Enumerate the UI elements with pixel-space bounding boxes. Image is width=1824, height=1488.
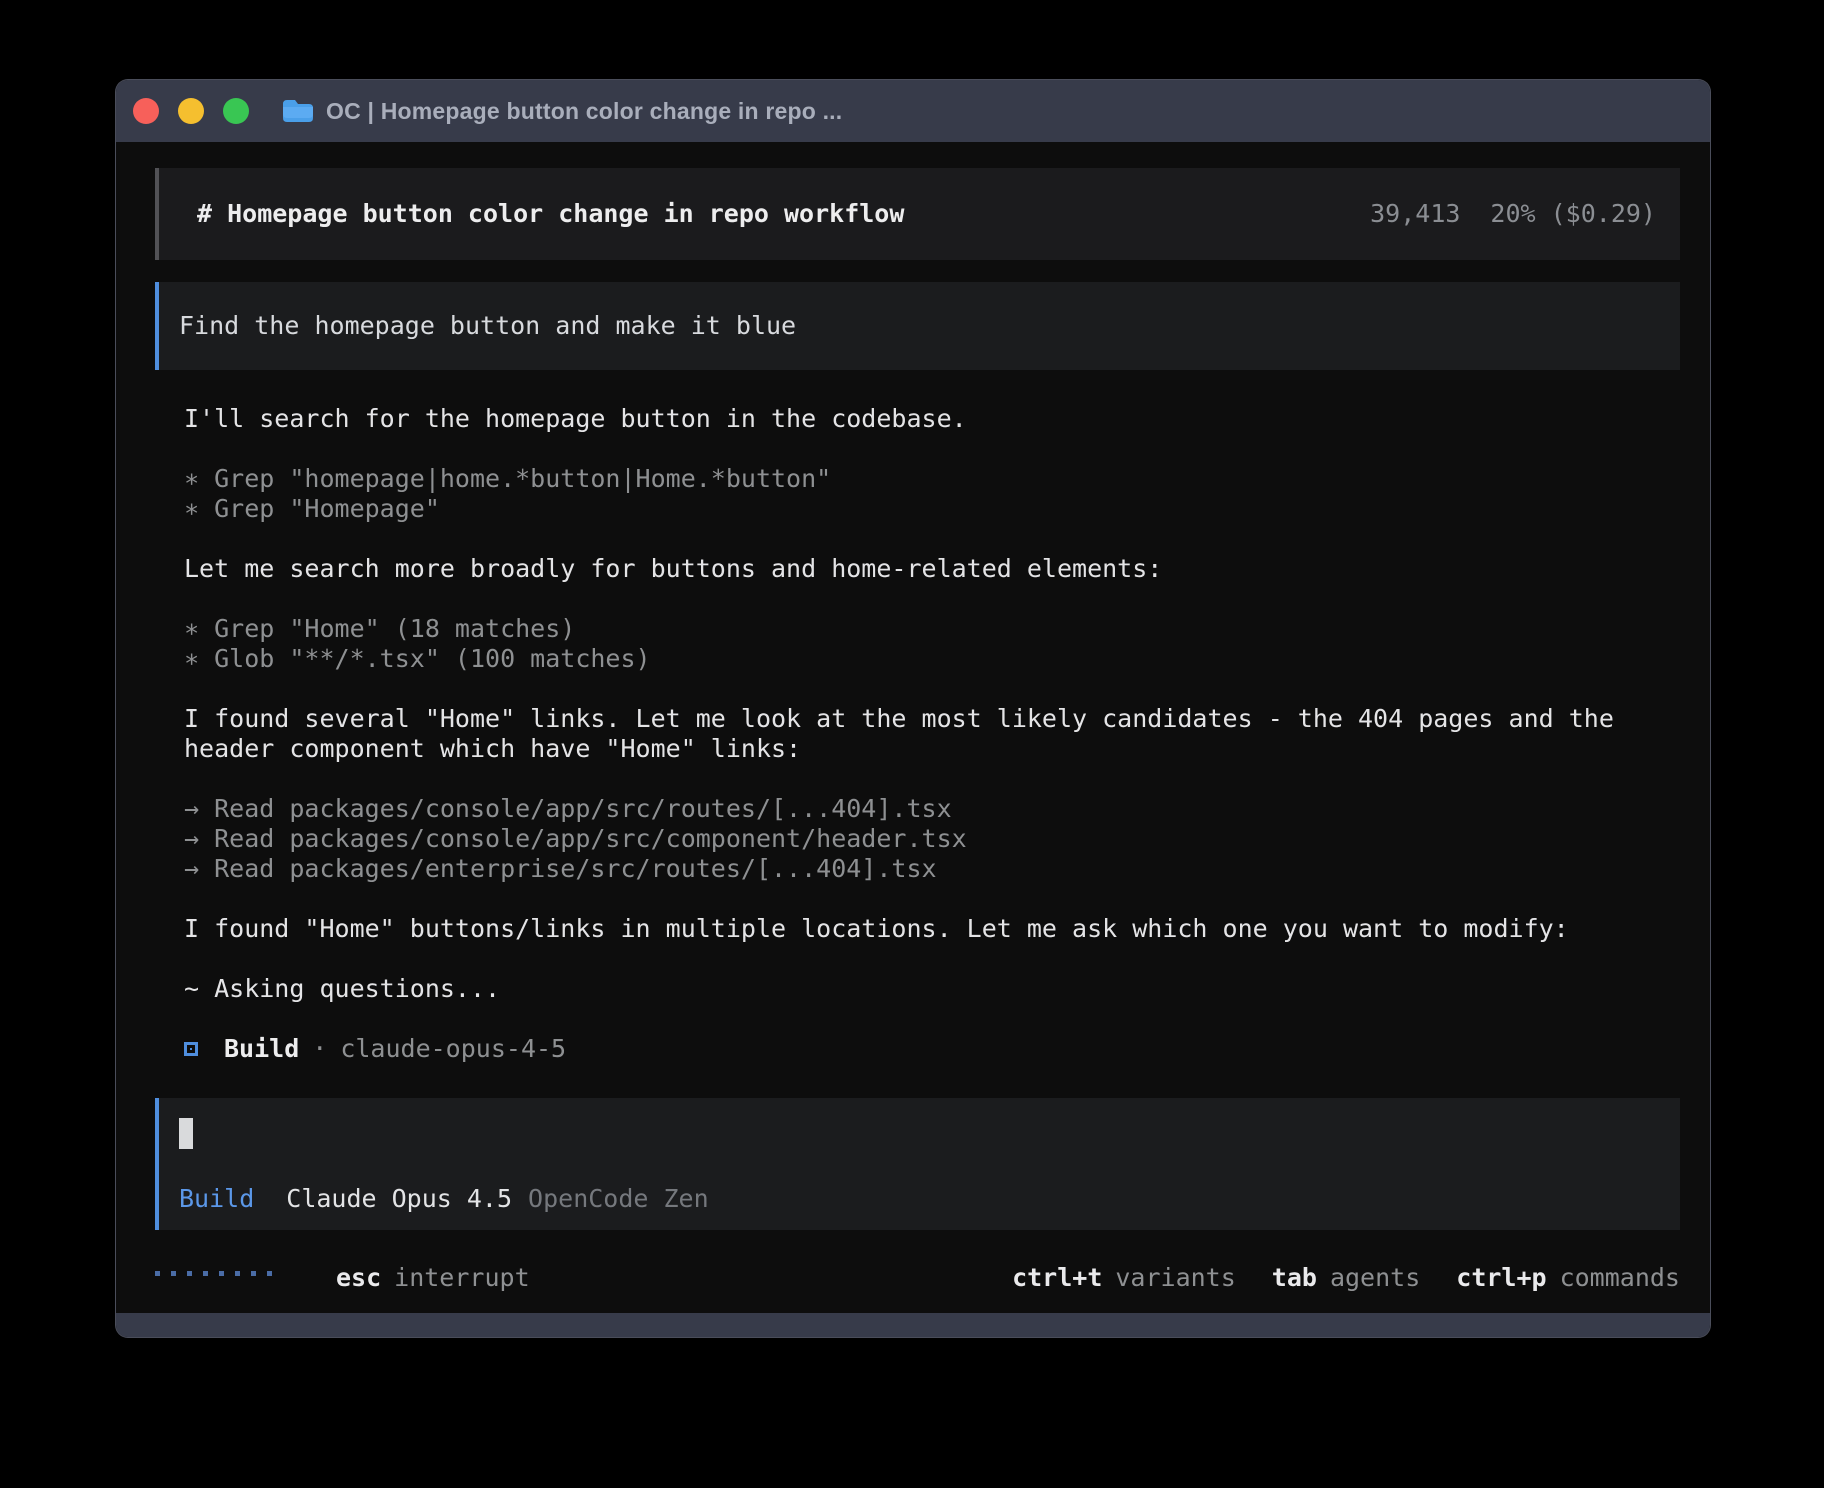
status-bar: esc interrupt ctrl+t variants tab agents…: [155, 1263, 1680, 1293]
shortcut-label: agents: [1330, 1263, 1420, 1293]
session-stats: 39,413 20% ($0.29): [1370, 199, 1656, 229]
tool-call-group: → Read packages/console/app/src/routes/[…: [184, 794, 1680, 884]
assistant-paragraph: Let me search more broadly for buttons a…: [184, 554, 1680, 584]
session-header: # Homepage button color change in repo w…: [155, 168, 1680, 260]
tool-call-read: → Read packages/console/app/src/componen…: [184, 824, 1680, 854]
assistant-transcript: I'll search for the homepage button in t…: [184, 404, 1680, 1064]
agent-build-icon: [184, 1042, 198, 1056]
tool-call-grep: ∗ Grep "Home" (18 matches): [184, 614, 1680, 644]
tool-call-read: → Read packages/console/app/src/routes/[…: [184, 794, 1680, 824]
assistant-status-text: ~ Asking questions...: [184, 974, 1680, 1004]
session-title: # Homepage button color change in repo w…: [197, 199, 904, 229]
assistant-paragraph: I found several "Home" links. Let me loo…: [184, 704, 1680, 764]
shortcut-commands: ctrl+p commands: [1456, 1263, 1680, 1293]
text-cursor: [179, 1118, 193, 1149]
agent-status-row: Build · claude-opus-4-5: [184, 1034, 1680, 1064]
agent-name: Build: [224, 1034, 299, 1064]
input-provider-name: OpenCode Zen: [528, 1184, 709, 1214]
shortcut-key: ctrl+p: [1456, 1263, 1546, 1293]
esc-key-label: interrupt: [394, 1263, 529, 1293]
minimize-button[interactable]: [178, 98, 204, 124]
folder-icon: [281, 98, 313, 124]
shortcut-agents: tab agents: [1272, 1263, 1420, 1293]
terminal-content: # Homepage button color change in repo w…: [116, 142, 1710, 1313]
tool-call-group: ∗ Grep "Home" (18 matches) ∗ Glob "**/*.…: [184, 614, 1680, 674]
model-selector-row[interactable]: Build Claude Opus 4.5 OpenCode Zen: [179, 1184, 1680, 1214]
window-titlebar[interactable]: OC | Homepage button color change in rep…: [116, 80, 1710, 142]
shortcut-key: ctrl+t: [1012, 1263, 1102, 1293]
terminal-window: OC | Homepage button color change in rep…: [115, 79, 1711, 1338]
shortcut-label: variants: [1115, 1263, 1235, 1293]
tool-call-grep: ∗ Grep "Homepage": [184, 494, 1680, 524]
input-model-name[interactable]: Claude Opus 4.5: [286, 1184, 512, 1214]
token-count: 39,413: [1370, 199, 1460, 229]
separator-dot: ·: [312, 1034, 327, 1064]
tool-call-grep: ∗ Grep "homepage|home.*button|Home.*butt…: [184, 464, 1680, 494]
prompt-input[interactable]: Build Claude Opus 4.5 OpenCode Zen: [155, 1098, 1680, 1230]
context-usage: 20% ($0.29): [1490, 199, 1656, 229]
agent-model: claude-opus-4-5: [340, 1034, 566, 1064]
traffic-lights: [133, 98, 249, 124]
assistant-paragraph: I'll search for the homepage button in t…: [184, 404, 1680, 434]
close-button[interactable]: [133, 98, 159, 124]
assistant-paragraph: I found "Home" buttons/links in multiple…: [184, 914, 1680, 944]
tool-call-read: → Read packages/enterprise/src/routes/[.…: [184, 854, 1680, 884]
user-message: Find the homepage button and make it blu…: [155, 282, 1680, 370]
shortcut-variants: ctrl+t variants: [1012, 1263, 1236, 1293]
shortcut-key: tab: [1272, 1263, 1317, 1293]
esc-key-hint: esc: [336, 1263, 381, 1293]
status-left: esc interrupt: [155, 1263, 530, 1293]
shortcut-hints: ctrl+t variants tab agents ctrl+p comman…: [1012, 1263, 1680, 1293]
window-bottom-chrome: [116, 1313, 1710, 1337]
shortcut-label: commands: [1560, 1263, 1680, 1293]
input-agent-mode[interactable]: Build: [179, 1184, 254, 1214]
user-message-text: Find the homepage button and make it blu…: [179, 311, 796, 341]
progress-dots-icon: [155, 1271, 272, 1276]
window-title: OC | Homepage button color change in rep…: [326, 98, 842, 125]
tool-call-group: ∗ Grep "homepage|home.*button|Home.*butt…: [184, 464, 1680, 524]
tool-call-glob: ∗ Glob "**/*.tsx" (100 matches): [184, 644, 1680, 674]
zoom-button[interactable]: [223, 98, 249, 124]
